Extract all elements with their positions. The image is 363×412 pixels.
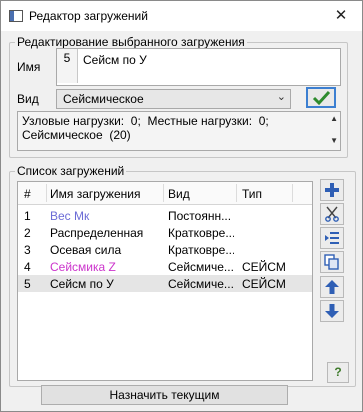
apply-button[interactable] xyxy=(306,87,336,108)
row-load-kind: Постоянн... xyxy=(168,209,232,223)
window-title: Редактор загружений xyxy=(29,9,148,23)
row-load-type: СЕЙСМ xyxy=(242,277,286,291)
add-load-button[interactable] xyxy=(320,179,344,201)
load-info-line2: Сейсмическое (20) xyxy=(22,128,131,142)
column-header-type[interactable]: Тип xyxy=(242,187,262,201)
column-header-name[interactable]: Имя загружения xyxy=(50,187,140,201)
row-load-name: Вес Мк xyxy=(50,209,90,223)
load-type-value: Сейсмическое xyxy=(63,92,144,106)
table-row[interactable]: 1 Вес Мк Постоянн... xyxy=(18,207,312,224)
load-name-input[interactable]: Сейсм по У xyxy=(83,53,147,67)
row-load-kind: Кратковре... xyxy=(168,226,234,240)
chevron-down-icon: ⌄ xyxy=(276,91,286,103)
load-name-field[interactable]: 5 Сейсм по У xyxy=(56,48,341,86)
column-header-number[interactable]: # xyxy=(24,187,31,201)
checkmark-icon xyxy=(312,90,331,106)
row-number: 3 xyxy=(24,243,31,257)
title-bar: Редактор загружений ✕ xyxy=(1,1,362,31)
table-header: # Имя загружения Вид Тип xyxy=(18,182,312,205)
table-row-selected[interactable]: 5 Сейсм по У Сейсмиче... СЕЙСМ xyxy=(18,275,312,292)
row-load-name: Сейсмика Z xyxy=(50,260,116,274)
scissors-icon xyxy=(325,206,339,222)
scroll-down-icon[interactable]: ▼ xyxy=(330,136,338,145)
table-row[interactable]: 4 Сейсмика Z Сейсмиче... СЕЙСМ xyxy=(18,258,312,275)
load-editor-window: Редактор загружений ✕ Редактирование выб… xyxy=(0,0,363,412)
delete-load-button[interactable] xyxy=(320,203,344,225)
row-load-kind: Сейсмиче... xyxy=(168,260,234,274)
scroll-up-icon[interactable]: ▲ xyxy=(330,114,338,123)
table-row[interactable]: 3 Осевая сила Кратковре... xyxy=(18,241,312,258)
row-load-type: СЕЙСМ xyxy=(242,260,286,274)
row-load-kind: Сейсмиче... xyxy=(168,277,234,291)
row-number: 1 xyxy=(24,209,31,223)
name-label: Имя xyxy=(17,60,41,74)
assign-current-button[interactable]: Назначить текущим xyxy=(41,385,288,405)
window-app-icon xyxy=(9,10,23,22)
row-number: 2 xyxy=(24,226,31,240)
load-type-select[interactable]: Сейсмическое ⌄ xyxy=(56,89,291,109)
type-label: Вид xyxy=(17,92,39,106)
help-button[interactable]: ? xyxy=(327,362,349,383)
arrow-up-icon xyxy=(325,280,339,294)
column-header-kind[interactable]: Вид xyxy=(168,187,190,201)
insert-row-icon xyxy=(325,232,339,244)
row-load-name: Распределенная xyxy=(50,226,144,240)
load-info-box: Узловые нагрузки: 0; Местные нагрузки: 0… xyxy=(17,111,341,151)
row-load-name: Осевая сила xyxy=(50,243,122,257)
move-up-button[interactable] xyxy=(320,276,344,298)
table-row[interactable]: 2 Распределенная Кратковре... xyxy=(18,224,312,241)
arrow-down-icon xyxy=(325,304,339,318)
row-number: 4 xyxy=(24,260,31,274)
load-list-table[interactable]: # Имя загружения Вид Тип 1 Вес Мк Постоя… xyxy=(17,181,313,381)
list-group-legend: Список загружений xyxy=(15,164,127,178)
load-number-cell: 5 xyxy=(57,49,78,83)
close-button[interactable]: ✕ xyxy=(332,7,350,25)
copy-icon xyxy=(324,254,339,270)
row-load-name: Сейсм по У xyxy=(50,277,114,291)
load-info-line1: Узловые нагрузки: 0; Местные нагрузки: 0… xyxy=(22,114,269,128)
copy-load-button[interactable] xyxy=(320,251,344,273)
move-down-button[interactable] xyxy=(320,300,344,322)
insert-load-button[interactable] xyxy=(320,227,344,249)
row-load-kind: Кратковре... xyxy=(168,243,234,257)
plus-icon xyxy=(325,183,339,197)
row-number: 5 xyxy=(24,277,31,291)
edit-group-legend: Редактирование выбранного загружения xyxy=(15,35,247,49)
